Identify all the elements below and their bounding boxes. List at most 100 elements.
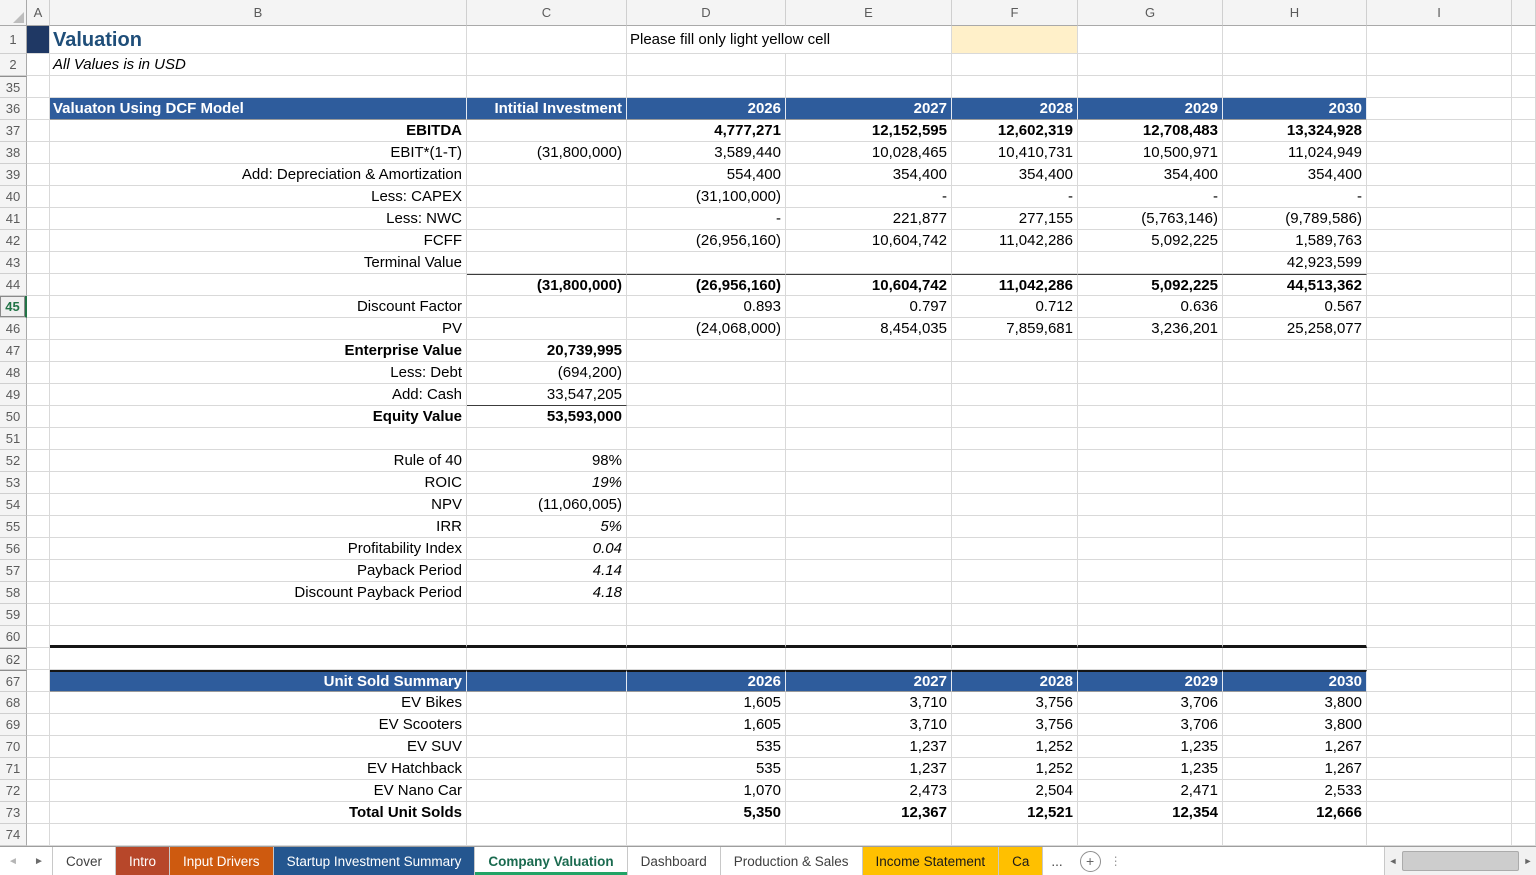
cell-F40[interactable]: -	[952, 186, 1078, 208]
cell-F72[interactable]: 2,504	[952, 780, 1078, 802]
column-header-E[interactable]: E	[786, 0, 952, 26]
dcf-investment-header-cell[interactable]: Intitial Investment	[467, 98, 627, 120]
cell-D50[interactable]	[627, 406, 786, 428]
cell-G68[interactable]: 3,706	[1078, 692, 1223, 714]
sheet-tab-cover[interactable]: Cover	[52, 847, 116, 875]
cell-D46[interactable]: (24,068,000)	[627, 318, 786, 340]
cell-B45[interactable]: Discount Factor	[50, 296, 467, 318]
cell-F68[interactable]: 3,756	[952, 692, 1078, 714]
cell-A44[interactable]	[27, 274, 50, 296]
cell-C70[interactable]	[467, 736, 627, 758]
cell-F70[interactable]: 1,252	[952, 736, 1078, 758]
cell-E37[interactable]: 12,152,595	[786, 120, 952, 142]
row-header-53[interactable]: 53	[0, 472, 27, 494]
cell-C41[interactable]	[467, 208, 627, 230]
cell-I60[interactable]	[1367, 626, 1512, 648]
cell-H44[interactable]: 44,513,362	[1223, 274, 1367, 296]
cell-D37[interactable]: 4,777,271	[627, 120, 786, 142]
cell-A46[interactable]	[27, 318, 50, 340]
cell-G70[interactable]: 1,235	[1078, 736, 1223, 758]
cell-C45[interactable]	[467, 296, 627, 318]
input-cell-F1[interactable]	[952, 26, 1078, 54]
cell-F38[interactable]: 10,410,731	[952, 142, 1078, 164]
cell-B46[interactable]: PV	[50, 318, 467, 340]
cell-G49[interactable]	[1078, 384, 1223, 406]
cell-filler[interactable]	[1512, 362, 1536, 384]
cell-filler[interactable]	[1512, 450, 1536, 472]
cell-G43[interactable]	[1078, 252, 1223, 274]
cell-E58[interactable]	[786, 582, 952, 604]
cell-I56[interactable]	[1367, 538, 1512, 560]
cell-G58[interactable]	[1078, 582, 1223, 604]
cell-I48[interactable]	[1367, 362, 1512, 384]
cell-G47[interactable]	[1078, 340, 1223, 362]
cell-C51[interactable]	[467, 428, 627, 450]
dcf-year-header-G36[interactable]: 2029	[1078, 98, 1223, 120]
cell-H35[interactable]	[1223, 76, 1367, 98]
cell-D53[interactable]	[627, 472, 786, 494]
cell-E70[interactable]: 1,237	[786, 736, 952, 758]
cell-B47[interactable]: Enterprise Value	[50, 340, 467, 362]
cell-I37[interactable]	[1367, 120, 1512, 142]
cell-G50[interactable]	[1078, 406, 1223, 428]
dcf-year-header-E36[interactable]: 2027	[786, 98, 952, 120]
cell-H49[interactable]	[1223, 384, 1367, 406]
cell-D55[interactable]	[627, 516, 786, 538]
cell-C46[interactable]	[467, 318, 627, 340]
cell-A73[interactable]	[27, 802, 50, 824]
cell-G56[interactable]	[1078, 538, 1223, 560]
cell-A40[interactable]	[27, 186, 50, 208]
column-header-F[interactable]: F	[952, 0, 1078, 26]
tab-scrollbar-splitter[interactable]: ⋮	[1110, 847, 1122, 875]
cell-filler[interactable]	[1512, 164, 1536, 186]
cell-C72[interactable]	[467, 780, 627, 802]
row-header-70[interactable]: 70	[0, 736, 27, 758]
cell-D73[interactable]: 5,350	[627, 802, 786, 824]
cell-A69[interactable]	[27, 714, 50, 736]
cell-B35[interactable]	[50, 76, 467, 98]
cell-filler[interactable]	[1512, 120, 1536, 142]
cell-I44[interactable]	[1367, 274, 1512, 296]
cell-B42[interactable]: FCFF	[50, 230, 467, 252]
unit-year-header-F67[interactable]: 2028	[952, 670, 1078, 692]
cell-filler[interactable]	[1512, 736, 1536, 758]
cell-A36[interactable]	[27, 98, 50, 120]
row-header-1[interactable]: 1	[0, 26, 27, 54]
cell-I35[interactable]	[1367, 76, 1512, 98]
cell-D35[interactable]	[627, 76, 786, 98]
cell-H46[interactable]: 25,258,077	[1223, 318, 1367, 340]
cell-H1[interactable]	[1223, 26, 1367, 54]
cell-C38[interactable]: (31,800,000)	[467, 142, 627, 164]
cell-F55[interactable]	[952, 516, 1078, 538]
cell-I40[interactable]	[1367, 186, 1512, 208]
cell-B73[interactable]: Total Unit Solds	[50, 802, 467, 824]
cell-I47[interactable]	[1367, 340, 1512, 362]
cell-A43[interactable]	[27, 252, 50, 274]
unit-year-header-D67[interactable]: 2026	[627, 670, 786, 692]
cell-F71[interactable]: 1,252	[952, 758, 1078, 780]
cell-I73[interactable]	[1367, 802, 1512, 824]
cell-A50[interactable]	[27, 406, 50, 428]
cell-B71[interactable]: EV Hatchback	[50, 758, 467, 780]
cell-I36[interactable]	[1367, 98, 1512, 120]
cell-B41[interactable]: Less: NWC	[50, 208, 467, 230]
cell-filler[interactable]	[1512, 802, 1536, 824]
row-header-57[interactable]: 57	[0, 560, 27, 582]
cell-I69[interactable]	[1367, 714, 1512, 736]
cell-B59[interactable]	[50, 604, 467, 626]
cell-D40[interactable]: (31,100,000)	[627, 186, 786, 208]
cell-B70[interactable]: EV SUV	[50, 736, 467, 758]
cell-C40[interactable]	[467, 186, 627, 208]
sheet-tab-dashboard[interactable]: Dashboard	[628, 847, 721, 875]
cell-C50[interactable]: 53,593,000	[467, 406, 627, 428]
cell-E51[interactable]	[786, 428, 952, 450]
cell-G62[interactable]	[1078, 648, 1223, 670]
cell-H54[interactable]	[1223, 494, 1367, 516]
row-header-74[interactable]: 74	[0, 824, 27, 846]
cell-D72[interactable]: 1,070	[627, 780, 786, 802]
cell-H2[interactable]	[1223, 54, 1367, 76]
cell-D56[interactable]	[627, 538, 786, 560]
unit-year-header-G67[interactable]: 2029	[1078, 670, 1223, 692]
cell-G69[interactable]: 3,706	[1078, 714, 1223, 736]
cell-G51[interactable]	[1078, 428, 1223, 450]
